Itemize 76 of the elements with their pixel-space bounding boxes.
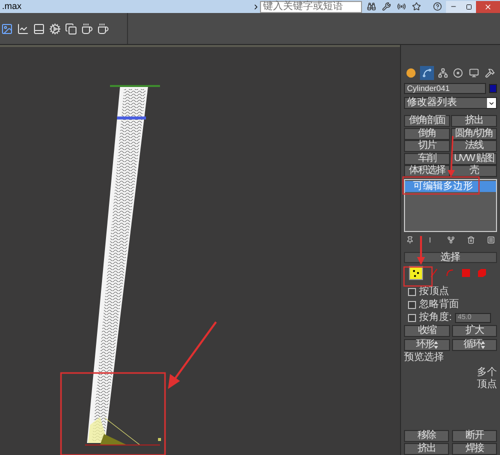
help-icon[interactable] <box>433 2 442 11</box>
checkbox[interactable] <box>408 314 416 322</box>
highlight-frame <box>403 266 433 287</box>
radio-label: 顶点 <box>477 380 497 390</box>
checkbox-label: 按顶点 <box>419 287 449 297</box>
modifier-list-dropdown[interactable]: 修改器列表 <box>404 97 497 109</box>
cup-icon[interactable] <box>81 22 93 34</box>
gear-icon[interactable] <box>49 22 61 34</box>
spinner-icon[interactable] <box>481 341 486 349</box>
caret-icon <box>488 100 495 106</box>
pin-icon[interactable] <box>406 236 414 244</box>
selection-button[interactable]: 循环 <box>452 339 497 351</box>
panel-icon[interactable] <box>487 236 495 244</box>
panel-icon[interactable] <box>33 22 45 34</box>
cup-icon[interactable] <box>97 22 109 34</box>
curve-icon[interactable] <box>420 66 434 80</box>
selection-button[interactable]: 环形 <box>404 339 450 351</box>
level-button[interactable] <box>409 266 423 280</box>
curve-icon <box>445 268 455 278</box>
hierarchy-icon[interactable] <box>436 66 450 80</box>
maximize-icon <box>466 4 472 10</box>
edit-button[interactable]: 挤出 <box>404 443 449 455</box>
hammer-icon[interactable] <box>482 66 497 80</box>
bin-icon[interactable] <box>466 236 475 244</box>
modifier-button[interactable]: 壳 <box>451 165 497 177</box>
color-swatch[interactable] <box>489 84 497 93</box>
cube-icon <box>477 268 487 278</box>
wrench-icon[interactable] <box>382 2 391 11</box>
square-icon <box>461 268 471 278</box>
disc-icon[interactable] <box>451 66 466 80</box>
radio-label: 多个 <box>477 368 497 378</box>
selection-button[interactable]: 扩大 <box>452 325 497 337</box>
modifier-button[interactable]: 圆角/切角 <box>451 128 497 140</box>
close-icon <box>484 2 492 10</box>
dots-icon <box>411 268 421 278</box>
copy-icon[interactable] <box>65 22 77 34</box>
object-name-field[interactable]: Cylinder041 <box>404 83 486 94</box>
edit-button[interactable]: 焊接 <box>452 443 497 455</box>
circle-icon[interactable] <box>404 66 418 80</box>
maximize-button[interactable] <box>461 0 476 12</box>
fork-icon[interactable] <box>446 236 454 244</box>
image-icon[interactable] <box>1 22 13 34</box>
modifier-button[interactable]: 法线 <box>451 140 497 152</box>
checkbox-label: 按角度: <box>419 313 452 323</box>
star-icon[interactable] <box>412 2 421 11</box>
search-field[interactable]: 键入关键字或短语 <box>260 0 362 12</box>
modifier-button[interactable]: UVW 贴图 <box>451 152 497 164</box>
edit-button[interactable]: 断开 <box>452 430 497 442</box>
annotation-arrow <box>417 236 425 265</box>
annotation-arrow <box>168 321 217 389</box>
chart-icon[interactable] <box>17 22 29 34</box>
antenna-icon[interactable] <box>397 2 406 11</box>
viewport[interactable] <box>0 45 400 455</box>
minimize-button[interactable] <box>446 0 461 12</box>
modifier-button[interactable]: 倒角 <box>404 128 450 140</box>
modifier-button[interactable]: 倒角剖面 <box>404 115 450 127</box>
binoculars-icon[interactable] <box>367 2 376 11</box>
spinner-icon[interactable] <box>434 341 438 349</box>
stack-item[interactable]: 可编辑多边形 <box>405 181 496 192</box>
caret-icon[interactable] <box>252 2 260 10</box>
group-title: 预览选择 <box>404 353 445 363</box>
modifier-button[interactable]: 车削 <box>404 152 450 164</box>
minimize-icon <box>450 3 457 10</box>
edit-button[interactable]: 移除 <box>404 430 449 442</box>
selection-button[interactable]: 收缩 <box>404 325 450 337</box>
window-title: .max <box>1 2 23 11</box>
modifier-button[interactable]: 挤出 <box>451 115 497 127</box>
checkbox-label: 忽略背面 <box>419 300 459 310</box>
modifier-button[interactable]: 体积选择 <box>404 165 450 177</box>
monitor-icon[interactable] <box>467 66 482 80</box>
annotation-arrow <box>448 136 455 177</box>
modifier-button[interactable]: 切片 <box>404 140 450 152</box>
selection-rollout-header[interactable]: 选择 <box>404 252 497 263</box>
checkbox[interactable] <box>408 301 416 309</box>
checkbox[interactable] <box>408 288 416 296</box>
line-icon <box>429 268 439 278</box>
